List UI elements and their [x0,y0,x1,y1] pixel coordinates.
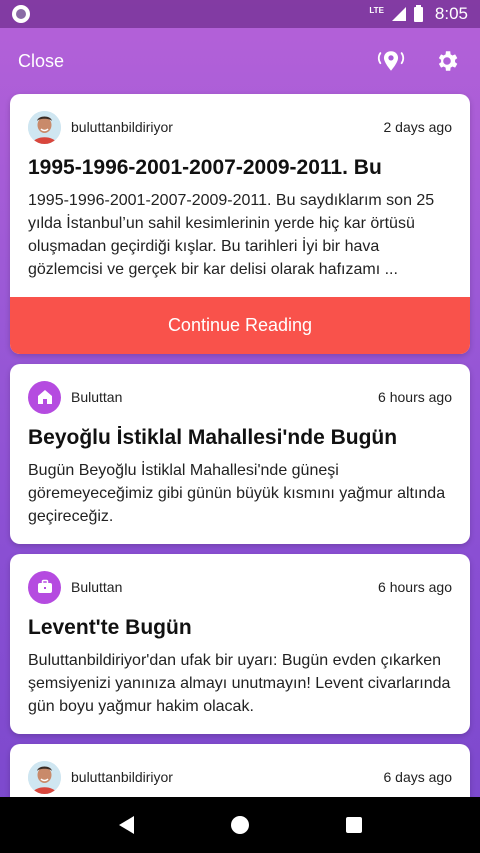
status-bar: LTE 8:05 [0,0,480,28]
home-button-icon[interactable] [230,816,249,834]
post-time: 2 days ago [383,119,453,135]
signal-icon [391,7,406,21]
post-body: Bugün Beyoğlu İstiklal Mahallesi'nde gün… [28,462,446,525]
battery-icon [413,4,423,22]
navigation-bar [0,797,480,853]
author-avatar [28,760,61,794]
back-icon[interactable] [118,816,134,834]
location-signal-icon[interactable] [376,46,406,76]
post-time: 6 hours ago [378,389,452,405]
post-time: 6 days ago [383,769,453,785]
app-notification-icon [12,5,30,23]
post-card[interactable]: Buluttan 6 hours ago Levent'te Bugün Bul… [10,554,470,734]
post-author: Buluttan [71,389,123,405]
post-author: buluttanbildiriyor [71,119,173,135]
briefcase-icon [28,570,61,604]
post-title: Levent'te Bugün [28,616,192,639]
close-button[interactable]: Close [18,51,64,72]
continue-reading-button[interactable]: Continue Reading [10,297,470,354]
recent-apps-icon[interactable] [345,817,362,833]
post-title: 1995-1996-2001-2007-2009-2011. Bu [28,156,382,179]
status-time: 8:05 [434,4,468,23]
post-title: Beyoğlu İstiklal Mahallesi'nde Bugün [28,426,398,449]
network-type-label: LTE [369,5,384,15]
post-author: Buluttan [71,579,123,595]
top-bar: Close [0,28,480,94]
post-feed: buluttanbildiriyor 2 days ago 1995-1996-… [10,94,470,853]
gear-icon[interactable] [432,46,462,76]
author-avatar [28,110,61,144]
post-time: 6 hours ago [378,579,452,595]
post-body: Buluttanbildiriyor'dan ufak bir uyarı: B… [28,652,451,715]
home-icon [28,380,61,414]
post-author: buluttanbildiriyor [71,769,173,785]
post-card[interactable]: buluttanbildiriyor 2 days ago 1995-1996-… [10,94,470,354]
post-card[interactable]: Buluttan 6 hours ago Beyoğlu İstiklal Ma… [10,364,470,544]
post-body: 1995-1996-2001-2007-2009-2011. Bu saydık… [28,192,435,278]
